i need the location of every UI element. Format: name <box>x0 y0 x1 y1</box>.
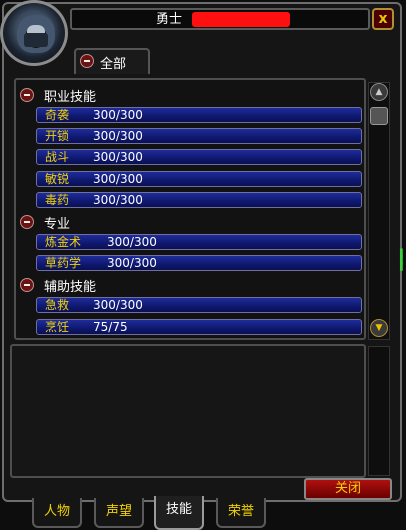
tab-label: 技能 <box>165 502 192 517</box>
tab-1[interactable]: 声望 <box>94 498 144 528</box>
skill-row[interactable]: 敏锐 300/300 <box>36 170 362 187</box>
skill-rank: 300/300 <box>93 150 143 165</box>
skill-row[interactable]: 开锁 300/300 <box>36 128 362 145</box>
skill-name: 烹饪 <box>45 319 70 334</box>
skill-row[interactable]: 奇袭 300/300 <box>36 107 362 123</box>
category-label: 职业技能 <box>44 90 97 105</box>
title-bar: 勇士 <box>70 8 370 30</box>
edge-marker: ▌ ▌ ▌ <box>400 249 406 271</box>
skill-row[interactable]: 草药学 300/300 <box>36 255 362 272</box>
skill-rank: 300/300 <box>93 129 143 144</box>
player-name-redacted <box>192 12 290 27</box>
character-portrait <box>0 0 68 66</box>
skill-row[interactable]: 毒药 300/300 <box>36 191 362 208</box>
filter-dropdown[interactable]: 全部 <box>74 48 150 74</box>
category-label: 辅助技能 <box>44 280 97 296</box>
skill-list-scrollbar[interactable]: ▲ ▼ <box>368 82 390 340</box>
close-button[interactable]: 关闭 <box>304 478 392 500</box>
skill-rank: 300/300 <box>93 192 143 207</box>
detail-scrollbar[interactable] <box>368 346 390 476</box>
skills-window: 勇士 职业技能奇袭 300/300 开锁 300/300 战斗 300/300 敏锐 300/… <box>2 2 402 502</box>
skill-name: 急救 <box>45 298 70 313</box>
skill-name: 草药学 <box>45 256 82 271</box>
tab-3[interactable]: 荣誉 <box>216 498 266 528</box>
skill-row[interactable]: 烹饪 75/75 <box>36 318 362 335</box>
skill-name: 奇袭 <box>45 108 70 122</box>
scroll-thumb[interactable] <box>370 107 388 125</box>
skill-row[interactable]: 急救 300/300 <box>36 297 362 314</box>
tab-label: 荣誉 <box>227 504 254 519</box>
skill-detail-panel <box>10 344 366 478</box>
tab-0[interactable]: 人物 <box>32 498 82 528</box>
skill-name: 战斗 <box>45 150 70 165</box>
skill-rank: 300/300 <box>93 171 143 186</box>
title-label: 勇士 <box>156 12 183 27</box>
tab-label: 人物 <box>43 504 70 519</box>
skill-row[interactable]: 战斗 300/300 <box>36 149 362 166</box>
category-label: 专业 <box>44 217 71 232</box>
collapse-icon[interactable] <box>20 215 34 229</box>
collapse-icon[interactable] <box>20 88 34 102</box>
tab-2[interactable]: 技能 <box>154 496 204 530</box>
filter-label: 全部 <box>100 57 127 72</box>
skill-row[interactable]: 炼金术 300/300 <box>36 234 362 250</box>
scroll-down-icon[interactable]: ▼ <box>370 319 388 337</box>
scroll-up-icon[interactable]: ▲ <box>370 83 388 101</box>
skill-name: 炼金术 <box>45 235 82 249</box>
skill-rank: 300/300 <box>93 298 143 313</box>
tab-label: 声望 <box>105 504 132 519</box>
skill-rank: 300/300 <box>93 108 143 122</box>
skill-name: 毒药 <box>45 192 70 207</box>
mask-shape <box>24 33 48 47</box>
skill-name: 开锁 <box>45 129 70 144</box>
skill-name: 敏锐 <box>45 171 70 186</box>
skill-rank: 300/300 <box>107 235 157 249</box>
collapse-all-icon[interactable] <box>80 54 94 68</box>
close-icon[interactable]: x <box>372 8 394 30</box>
skill-list-panel: 职业技能奇袭 300/300 开锁 300/300 战斗 300/300 敏锐 300/300… <box>14 78 366 340</box>
skill-rank: 75/75 <box>93 319 128 334</box>
skill-rank: 300/300 <box>107 256 157 271</box>
collapse-icon[interactable] <box>20 278 34 293</box>
